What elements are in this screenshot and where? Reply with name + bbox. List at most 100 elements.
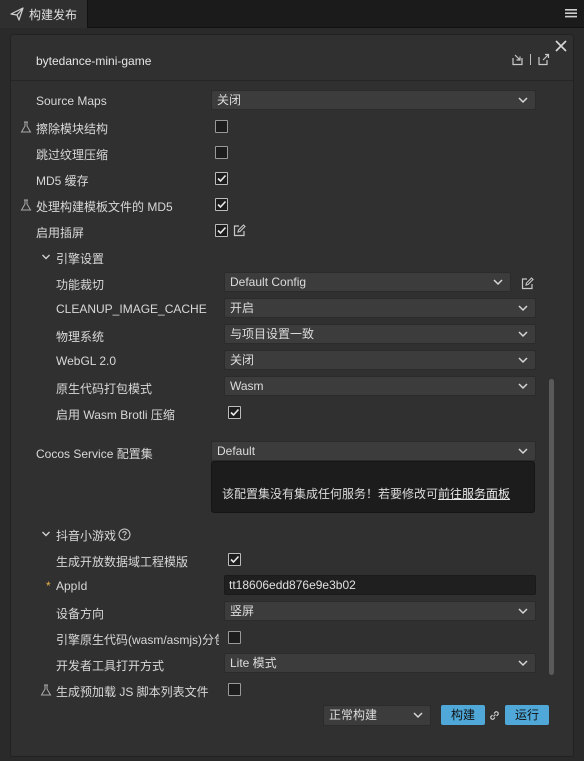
- label-open-data: 生成开放数据域工程模版: [56, 555, 189, 569]
- tab-label: 构建发布: [29, 7, 78, 22]
- scrollbar[interactable]: [549, 379, 554, 675]
- label-cocos-service: Cocos Service 配置集: [36, 447, 153, 461]
- chevron-down-icon: [518, 383, 528, 390]
- tab-build[interactable]: 构建发布: [0, 0, 88, 28]
- check-icon: [230, 408, 240, 417]
- select-devtools-mode[interactable]: Lite 模式: [224, 653, 536, 673]
- select-value: 竖屏: [230, 604, 255, 618]
- label-appid: AppId: [56, 579, 88, 593]
- edit-icon[interactable]: [521, 277, 534, 290]
- row-strip-module: 擦除模块结构: [11, 116, 551, 138]
- select-feature-crop[interactable]: Default Config: [224, 272, 511, 292]
- checkbox-strip-module[interactable]: [215, 120, 228, 133]
- label-feature-crop: 功能裁切: [56, 278, 105, 292]
- service-panel-link[interactable]: 前往服务面板: [438, 487, 510, 501]
- chevron-down-icon: [42, 531, 50, 537]
- label-separate-engine: 引擎原生代码(wasm/asmjs)分包: [56, 633, 219, 647]
- check-icon: [217, 174, 227, 183]
- build-button[interactable]: 构建: [441, 705, 485, 725]
- checkbox-open-data[interactable]: [228, 553, 241, 566]
- row-physics: 物理系统 与项目设置一致: [11, 324, 551, 346]
- chevron-down-icon: [518, 608, 528, 615]
- help-icon[interactable]: [118, 528, 131, 541]
- checkbox-skip-texture[interactable]: [215, 146, 228, 159]
- row-preload-js: 生成预加载 JS 脚本列表文件: [11, 679, 551, 701]
- select-webgl2[interactable]: 关闭: [224, 350, 536, 370]
- experimental-flask-icon: [20, 199, 32, 211]
- tab-bar: 构建发布: [0, 0, 584, 28]
- chevron-down-icon: [518, 97, 528, 104]
- chevron-down-icon: [518, 357, 528, 364]
- select-orientation[interactable]: 竖屏: [224, 601, 536, 621]
- row-webgl2: WebGL 2.0 关闭: [11, 350, 551, 372]
- row-open-data: 生成开放数据域工程模版: [11, 549, 551, 571]
- platform-name: bytedance-mini-game: [36, 54, 152, 68]
- select-value: 关闭: [217, 93, 242, 107]
- select-value: 与项目设置一致: [230, 327, 315, 341]
- label-source-maps: Source Maps: [36, 94, 107, 108]
- run-button[interactable]: 运行: [505, 705, 549, 725]
- checkbox-md5-template[interactable]: [215, 198, 228, 211]
- export-icon[interactable]: [537, 53, 550, 66]
- label-splash: 启用插屏: [36, 226, 85, 240]
- select-physics[interactable]: 与项目设置一致: [224, 324, 536, 344]
- label-wasm-brotli: 启用 Wasm Brotli 压缩: [56, 408, 175, 422]
- header-actions: [511, 53, 550, 66]
- chevron-down-icon: [518, 660, 528, 667]
- row-skip-texture: 跳过纹理压缩: [11, 142, 551, 164]
- chevron-down-icon: [493, 279, 503, 286]
- select-value: Lite 模式: [230, 656, 277, 670]
- send-icon: [10, 7, 24, 21]
- select-value: Wasm: [230, 379, 264, 393]
- checkbox-splash[interactable]: [215, 224, 228, 237]
- section-engine-settings[interactable]: 引擎设置: [11, 246, 551, 268]
- checkbox-md5-cache[interactable]: [215, 172, 228, 185]
- select-cocos-service[interactable]: Default: [211, 441, 536, 461]
- build-panel: bytedance-mini-game Source Maps 关闭 擦除模块结…: [10, 34, 574, 757]
- chevron-down-icon: [413, 712, 423, 719]
- row-md5-template: 处理构建模板文件的 MD5: [11, 194, 551, 216]
- select-value: Default Config: [230, 275, 307, 289]
- check-icon: [230, 555, 240, 564]
- info-message: 该配置集没有集成任何服务！若要修改可: [222, 487, 439, 501]
- platform-header: bytedance-mini-game: [11, 35, 573, 81]
- link-icon[interactable]: [488, 709, 501, 722]
- select-cleanup-image-cache[interactable]: 开启: [224, 298, 536, 318]
- required-mark: *: [46, 579, 51, 593]
- menu-icon[interactable]: [564, 6, 578, 20]
- row-cocos-service: Cocos Service 配置集 Default: [11, 441, 551, 463]
- row-md5-cache: MD5 缓存: [11, 168, 551, 190]
- label-preload-js: 生成预加载 JS 脚本列表文件: [56, 685, 209, 699]
- checkbox-separate-engine[interactable]: [228, 631, 241, 644]
- row-separate-engine: 引擎原生代码(wasm/asmjs)分包: [11, 627, 551, 649]
- row-devtools-mode: 开发者工具打开方式 Lite 模式: [11, 653, 551, 675]
- section-title: 引擎设置: [56, 252, 105, 266]
- label-webgl2: WebGL 2.0: [56, 354, 117, 368]
- chevron-down-icon: [518, 448, 528, 455]
- checkbox-wasm-brotli[interactable]: [228, 406, 241, 419]
- select-value: 关闭: [230, 353, 255, 367]
- select-source-maps[interactable]: 关闭: [211, 90, 536, 110]
- section-douyin[interactable]: 抖音小游戏: [11, 523, 551, 545]
- row-orientation: 设备方向 竖屏: [11, 601, 551, 623]
- label-native-code-mode: 原生代码打包模式: [56, 382, 153, 396]
- header-separator: [530, 54, 531, 65]
- edit-icon[interactable]: [233, 224, 246, 237]
- check-icon: [217, 226, 227, 235]
- appid-input[interactable]: tt18606edd876e9e3b02: [224, 575, 536, 595]
- row-wasm-brotli: 启用 Wasm Brotli 压缩: [11, 402, 551, 424]
- experimental-flask-icon: [40, 684, 52, 696]
- label-physics: 物理系统: [56, 330, 105, 344]
- label-strip-module: 擦除模块结构: [36, 122, 109, 136]
- chevron-down-icon: [518, 305, 528, 312]
- import-icon[interactable]: [511, 53, 524, 66]
- experimental-flask-icon: [20, 121, 32, 133]
- label-md5-cache: MD5 缓存: [36, 174, 89, 188]
- select-build-mode[interactable]: 正常构建: [323, 705, 431, 726]
- chevron-down-icon: [42, 254, 50, 260]
- checkbox-preload-js[interactable]: [228, 683, 241, 696]
- select-native-code-mode[interactable]: Wasm: [224, 376, 536, 396]
- service-info-text: 该配置集没有集成任何服务！若要修改可前往服务面板: [222, 485, 510, 502]
- service-info-box: 该配置集没有集成任何服务！若要修改可前往服务面板: [211, 461, 535, 513]
- chevron-down-icon: [518, 331, 528, 338]
